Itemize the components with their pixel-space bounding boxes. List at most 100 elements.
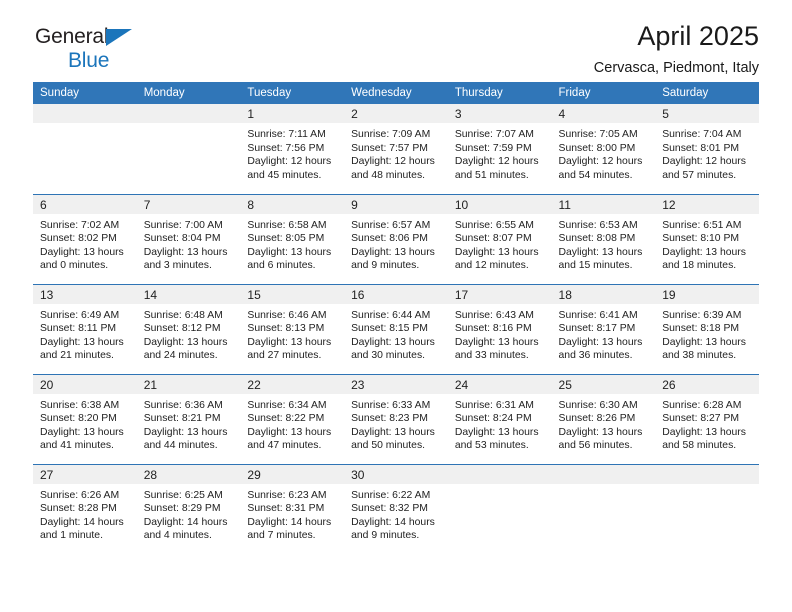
sunrise-text: Sunrise: 6:25 AM bbox=[143, 489, 223, 501]
sunrise-text: Sunrise: 6:51 AM bbox=[662, 219, 742, 231]
sunset-text: Sunset: 8:13 PM bbox=[247, 323, 325, 335]
general-blue-logo: General Blue bbox=[35, 26, 155, 72]
calendar-day-cell[interactable]: 7 Sunrise: 7:00 AM Sunset: 8:04 PM Daylight… bbox=[136, 193, 241, 284]
calendar-week-row: 6 Sunrise: 7:02 AM Sunset: 8:02 PM Daylight… bbox=[33, 193, 759, 284]
day-details: Sunrise: 6:38 AM Sunset: 8:20 PM Daylight:… bbox=[33, 394, 137, 453]
calendar-day-cell[interactable]: 17 Sunrise: 6:43 AM Sunset: 8:16 PM Dayligh… bbox=[447, 283, 552, 374]
weekday-header-monday: Monday bbox=[136, 82, 241, 104]
day-details: Sunrise: 6:34 AM Sunset: 8:22 PM Daylight:… bbox=[240, 394, 344, 453]
calendar-day-cell[interactable]: 15 Sunrise: 6:46 AM Sunset: 8:13 PM Dayligh… bbox=[240, 283, 345, 374]
sunset-text: Sunset: 8:17 PM bbox=[558, 323, 636, 335]
calendar-day-cell[interactable]: 22 Sunrise: 6:34 AM Sunset: 8:22 PM Dayligh… bbox=[240, 373, 345, 464]
day-details: Sunrise: 6:31 AM Sunset: 8:24 PM Daylight:… bbox=[448, 394, 552, 453]
calendar-day-cell[interactable]: 29 Sunrise: 6:23 AM Sunset: 8:31 PM Dayligh… bbox=[240, 463, 345, 554]
day-details: Sunrise: 7:00 AM Sunset: 8:04 PM Daylight:… bbox=[137, 214, 241, 273]
calendar-day-cell[interactable]: 10 Sunrise: 6:55 AM Sunset: 8:07 PM Dayligh… bbox=[447, 193, 552, 284]
calendar-day-cell[interactable]: 13 Sunrise: 6:49 AM Sunset: 8:11 PM Dayligh… bbox=[33, 283, 137, 374]
day-details: Sunrise: 7:04 AM Sunset: 8:01 PM Daylight:… bbox=[655, 123, 759, 182]
calendar-day-cell[interactable]: 12 Sunrise: 6:51 AM Sunset: 8:10 PM Dayligh… bbox=[655, 193, 759, 284]
sunrise-text: Sunrise: 6:33 AM bbox=[351, 399, 431, 411]
sunset-text: Sunset: 7:56 PM bbox=[247, 142, 325, 154]
sunset-text: Sunset: 8:15 PM bbox=[351, 323, 428, 335]
calendar-day-cell-empty bbox=[551, 463, 656, 554]
daylight-text: Daylight: 13 hours and 47 minutes. bbox=[247, 426, 332, 452]
sunset-text: Sunset: 8:26 PM bbox=[558, 413, 636, 425]
calendar-day-cell[interactable]: 21 Sunrise: 6:36 AM Sunset: 8:21 PM Dayligh… bbox=[136, 373, 241, 464]
sunrise-text: Sunrise: 6:48 AM bbox=[143, 309, 223, 321]
day-number bbox=[655, 464, 759, 484]
day-number: 2 bbox=[344, 104, 448, 123]
calendar-day-cell[interactable]: 28 Sunrise: 6:25 AM Sunset: 8:29 PM Dayligh… bbox=[136, 463, 241, 554]
calendar-day-cell[interactable]: 25 Sunrise: 6:30 AM Sunset: 8:26 PM Dayligh… bbox=[551, 373, 656, 464]
day-number: 3 bbox=[447, 104, 552, 123]
sunset-text: Sunset: 8:23 PM bbox=[351, 413, 428, 425]
sunrise-text: Sunrise: 7:02 AM bbox=[40, 219, 120, 231]
calendar-day-cell[interactable]: 6 Sunrise: 7:02 AM Sunset: 8:02 PM Daylight… bbox=[33, 193, 137, 284]
page-header: General Blue April 2025 Cervasca, Piedmo… bbox=[33, 0, 759, 76]
calendar-day-cell[interactable]: 8 Sunrise: 6:58 AM Sunset: 8:05 PM Daylight… bbox=[240, 193, 345, 284]
day-number: 8 bbox=[240, 194, 345, 214]
day-number: 27 bbox=[33, 464, 137, 484]
daylight-text: Daylight: 13 hours and 3 minutes. bbox=[143, 246, 228, 272]
calendar-day-cell-empty bbox=[655, 463, 759, 554]
daylight-text: Daylight: 13 hours and 58 minutes. bbox=[662, 426, 746, 452]
sunrise-text: Sunrise: 6:41 AM bbox=[558, 309, 638, 321]
daylight-text: Daylight: 12 hours and 48 minutes. bbox=[351, 156, 435, 181]
calendar-day-cell[interactable]: 26 Sunrise: 6:28 AM Sunset: 8:27 PM Dayligh… bbox=[655, 373, 759, 464]
calendar-day-cell[interactable]: 20 Sunrise: 6:38 AM Sunset: 8:20 PM Dayligh… bbox=[33, 373, 137, 464]
calendar-day-cell[interactable]: 3 Sunrise: 7:07 AM Sunset: 7:59 PM Daylight… bbox=[447, 104, 552, 194]
daylight-text: Daylight: 13 hours and 53 minutes. bbox=[454, 426, 539, 452]
day-number: 24 bbox=[447, 374, 552, 394]
calendar-day-cell[interactable]: 19 Sunrise: 6:39 AM Sunset: 8:18 PM Dayligh… bbox=[655, 283, 759, 374]
day-number: 9 bbox=[344, 194, 448, 214]
sunrise-text: Sunrise: 6:57 AM bbox=[351, 219, 431, 231]
calendar-day-cell[interactable]: 30 Sunrise: 6:22 AM Sunset: 8:32 PM Dayligh… bbox=[344, 463, 448, 554]
day-number: 28 bbox=[136, 464, 241, 484]
sunset-text: Sunset: 8:07 PM bbox=[454, 233, 532, 245]
calendar-day-cell[interactable]: 4 Sunrise: 7:05 AM Sunset: 8:00 PM Daylight… bbox=[551, 104, 656, 194]
sunrise-text: Sunrise: 6:38 AM bbox=[40, 399, 120, 411]
calendar-day-cell[interactable]: 18 Sunrise: 6:41 AM Sunset: 8:17 PM Dayligh… bbox=[551, 283, 656, 374]
calendar-day-cell[interactable]: 27 Sunrise: 6:26 AM Sunset: 8:28 PM Dayligh… bbox=[33, 463, 137, 554]
day-details: Sunrise: 6:41 AM Sunset: 8:17 PM Daylight:… bbox=[552, 304, 656, 363]
sunrise-text: Sunrise: 6:28 AM bbox=[662, 399, 742, 411]
sunset-text: Sunset: 8:04 PM bbox=[143, 233, 221, 245]
calendar-header-row: Sunday Monday Tuesday Wednesday Thursday… bbox=[33, 82, 759, 104]
day-details: Sunrise: 6:30 AM Sunset: 8:26 PM Daylight:… bbox=[552, 394, 656, 453]
calendar-day-cell[interactable]: 5 Sunrise: 7:04 AM Sunset: 8:01 PM Daylight… bbox=[655, 104, 759, 194]
day-number bbox=[447, 464, 552, 484]
day-number: 14 bbox=[136, 284, 241, 304]
calendar-day-cell[interactable]: 11 Sunrise: 6:53 AM Sunset: 8:08 PM Dayligh… bbox=[551, 193, 656, 284]
sunset-text: Sunset: 8:12 PM bbox=[143, 323, 221, 335]
calendar-day-cell[interactable]: 14 Sunrise: 6:48 AM Sunset: 8:12 PM Dayligh… bbox=[136, 283, 241, 374]
sunrise-text: Sunrise: 7:05 AM bbox=[558, 129, 638, 140]
daylight-text: Daylight: 13 hours and 18 minutes. bbox=[662, 246, 746, 272]
sunset-text: Sunset: 8:16 PM bbox=[454, 323, 532, 335]
calendar-day-cell[interactable]: 23 Sunrise: 6:33 AM Sunset: 8:23 PM Dayligh… bbox=[344, 373, 448, 464]
day-details: Sunrise: 6:58 AM Sunset: 8:05 PM Daylight:… bbox=[240, 214, 344, 273]
daylight-text: Daylight: 13 hours and 30 minutes. bbox=[351, 336, 435, 362]
calendar-day-cell[interactable]: 16 Sunrise: 6:44 AM Sunset: 8:15 PM Dayligh… bbox=[344, 283, 448, 374]
logo-blue-label: Blue bbox=[68, 49, 110, 72]
calendar-day-cell[interactable]: 24 Sunrise: 6:31 AM Sunset: 8:24 PM Dayligh… bbox=[447, 373, 552, 464]
day-details: Sunrise: 6:55 AM Sunset: 8:07 PM Daylight:… bbox=[448, 214, 552, 273]
day-details: Sunrise: 6:48 AM Sunset: 8:12 PM Daylight:… bbox=[137, 304, 241, 363]
daylight-text: Daylight: 12 hours and 57 minutes. bbox=[662, 156, 746, 181]
day-details: Sunrise: 6:53 AM Sunset: 8:08 PM Daylight:… bbox=[552, 214, 656, 273]
calendar-week-row: 20 Sunrise: 6:38 AM Sunset: 8:20 PM Dayligh… bbox=[33, 373, 759, 464]
calendar-day-cell[interactable]: 1 Sunrise: 7:11 AM Sunset: 7:56 PM Daylight… bbox=[240, 104, 345, 194]
daylight-text: Daylight: 14 hours and 1 minute. bbox=[40, 516, 124, 542]
sunrise-text: Sunrise: 7:11 AM bbox=[247, 129, 326, 140]
daylight-text: Daylight: 13 hours and 12 minutes. bbox=[454, 246, 539, 272]
day-details: Sunrise: 6:33 AM Sunset: 8:23 PM Daylight:… bbox=[344, 394, 448, 453]
day-number bbox=[33, 104, 137, 123]
day-number: 22 bbox=[240, 374, 345, 394]
calendar-day-cell[interactable]: 2 Sunrise: 7:09 AM Sunset: 7:57 PM Daylight… bbox=[344, 104, 448, 194]
day-number: 4 bbox=[551, 104, 656, 123]
daylight-text: Daylight: 13 hours and 27 minutes. bbox=[247, 336, 332, 362]
day-number: 16 bbox=[344, 284, 448, 304]
day-number: 5 bbox=[655, 104, 759, 123]
day-number: 6 bbox=[33, 194, 137, 214]
day-details: Sunrise: 6:44 AM Sunset: 8:15 PM Daylight:… bbox=[344, 304, 448, 363]
calendar-day-cell[interactable]: 9 Sunrise: 6:57 AM Sunset: 8:06 PM Daylight… bbox=[344, 193, 448, 284]
